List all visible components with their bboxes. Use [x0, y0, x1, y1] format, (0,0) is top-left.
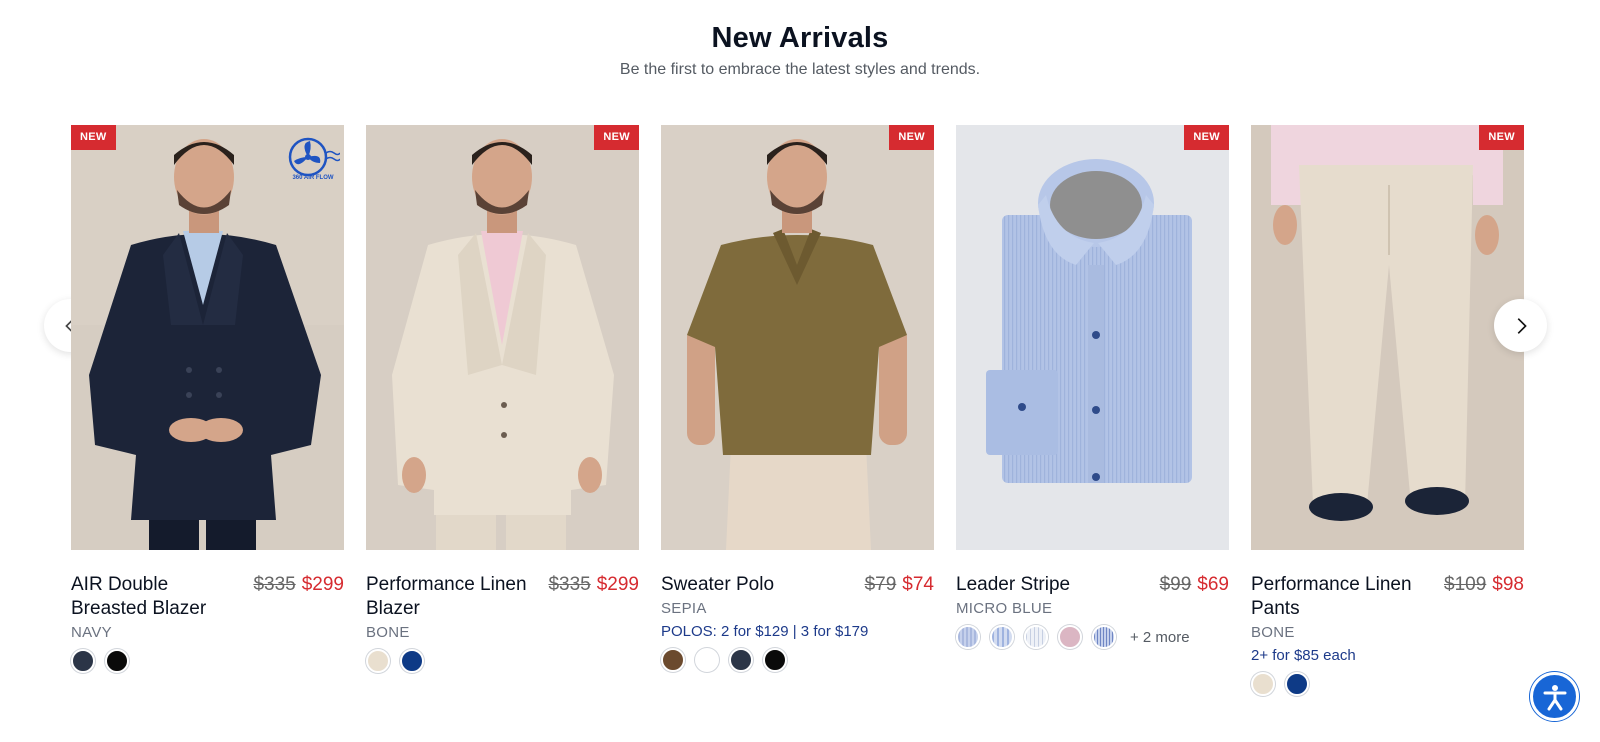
color-name: SEPIA [661, 600, 707, 617]
sale-price: $69 [1197, 574, 1229, 595]
section-subtitle: Be the first to embrace the latest style… [619, 61, 981, 78]
price: $335 $299 [253, 573, 344, 597]
original-price: $335 [548, 574, 591, 595]
sale-price: $299 [301, 574, 344, 595]
new-badge: NEW [1184, 125, 1229, 150]
air-flow-logo: 360 AIR FLOW [288, 137, 340, 181]
original-price: $335 [253, 574, 296, 595]
swatch-blue[interactable] [1285, 672, 1309, 696]
swatch-black[interactable] [763, 648, 787, 672]
chevron-right-icon [1517, 317, 1527, 334]
product-card[interactable]: NEW Performance Linen Pants $109 $98 BONE… [1251, 125, 1524, 696]
swatch-bone[interactable] [366, 649, 390, 673]
product-image[interactable]: NEW [661, 125, 934, 550]
product-card[interactable]: NEW Leader Stripe $99 $69 MICRO BLUE + 2 … [956, 125, 1229, 649]
swatch-micro-blue[interactable] [956, 625, 980, 649]
swatch-blue[interactable] [400, 649, 424, 673]
price: $99 $69 [1160, 573, 1229, 597]
color-swatches [366, 649, 639, 673]
color-name: NAVY [71, 624, 112, 641]
product-card[interactable]: NEW Performance Linen Blazer $335 $299 BO… [366, 125, 639, 673]
promo-text: 2+ for $85 each [1251, 647, 1356, 664]
price: $335 $299 [548, 573, 639, 597]
swatch-white[interactable] [695, 648, 719, 672]
product-name[interactable]: Performance Linen Pants [1251, 573, 1421, 621]
sale-price: $74 [902, 574, 934, 595]
more-colors-link[interactable]: + 2 more [1130, 629, 1190, 646]
section-header: New Arrivals Be the first to embrace the… [0, 22, 1600, 79]
product-name[interactable]: Performance Linen Blazer [366, 573, 536, 621]
product-image[interactable]: NEW [366, 125, 639, 550]
product-image[interactable]: NEW 360 AIR FLOW [71, 125, 344, 550]
accessibility-icon [1543, 684, 1566, 710]
original-price: $79 [864, 574, 897, 595]
product-name[interactable]: Sweater Polo [661, 573, 774, 597]
swatch-blue-stripe[interactable] [990, 625, 1014, 649]
product-card[interactable]: NEW 360 AIR FLOW AIR Double Breasted Bla… [71, 125, 344, 673]
new-badge: NEW [1479, 125, 1524, 150]
swatch-pink[interactable] [1058, 625, 1082, 649]
product-card[interactable]: NEW Sweater Polo $79 $74 SEPIA POLOS: 2 f… [661, 125, 934, 672]
original-price: $109 [1444, 574, 1487, 595]
swatch-navy-stripe[interactable] [1092, 625, 1116, 649]
product-image[interactable]: NEW [1251, 125, 1524, 550]
carousel-next-button[interactable] [1494, 299, 1547, 352]
color-swatches: + 2 more [956, 625, 1229, 649]
color-swatches [71, 649, 344, 673]
original-price: $99 [1159, 574, 1192, 595]
swatch-sepia[interactable] [661, 648, 685, 672]
air-flow-logo-text: 360 AIR FLOW [292, 175, 333, 181]
color-name: BONE [1251, 624, 1295, 641]
sale-price: $98 [1492, 574, 1524, 595]
sale-price: $299 [596, 574, 639, 595]
color-name: BONE [366, 624, 410, 641]
swatch-navy[interactable] [71, 649, 95, 673]
accessibility-button[interactable] [1530, 672, 1579, 721]
product-image[interactable]: NEW [956, 125, 1229, 550]
color-swatches [661, 648, 934, 672]
promo-text: POLOS: 2 for $129 | 3 for $179 [661, 623, 869, 640]
swatch-black[interactable] [105, 649, 129, 673]
color-swatches [1251, 672, 1524, 696]
swatch-bone[interactable] [1251, 672, 1275, 696]
product-name[interactable]: AIR Double Breasted Blazer [71, 573, 241, 621]
price: $109 $98 [1444, 573, 1524, 597]
color-name: MICRO BLUE [956, 600, 1053, 617]
section-title: New Arrivals [711, 22, 889, 54]
new-badge: NEW [594, 125, 639, 150]
price: $79 $74 [865, 573, 934, 597]
product-name[interactable]: Leader Stripe [956, 573, 1070, 597]
swatch-light-stripe[interactable] [1024, 625, 1048, 649]
swatch-navy[interactable] [729, 648, 753, 672]
new-badge: NEW [889, 125, 934, 150]
new-badge: NEW [71, 125, 116, 150]
